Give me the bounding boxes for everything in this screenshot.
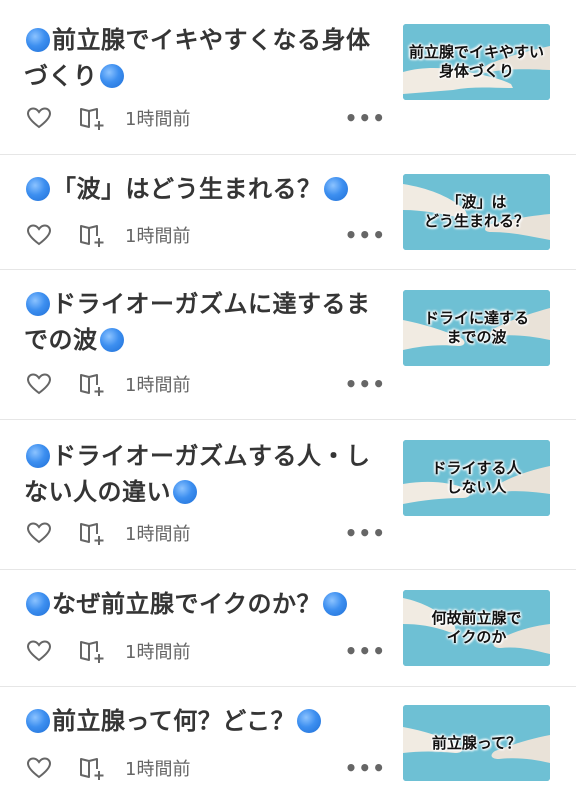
article-title-text: 前立腺でイキやすくなる身体づくり [24, 26, 371, 90]
article-title[interactable]: なぜ前立腺でイクのか？ [24, 586, 386, 622]
article-title[interactable]: 前立腺って何？どこ？ [24, 703, 386, 739]
article-title-text: 前立腺って何？どこ？ [52, 707, 296, 735]
heart-icon[interactable] [25, 755, 53, 781]
more-icon[interactable]: ••• [345, 374, 386, 394]
post-time: 1時間前 [125, 524, 191, 545]
article-thumbnail[interactable]: 何故前立腺で イクのか [403, 590, 550, 666]
article-thumbnail[interactable]: ドライに達する までの波 [403, 290, 550, 366]
more-icon[interactable]: ••• [345, 641, 386, 661]
blue-dot-icon [26, 709, 50, 733]
thumbnail-caption: 「波」は どう生まれる？ [423, 193, 529, 230]
book-plus-icon[interactable] [77, 754, 107, 782]
article-card[interactable]: なぜ前立腺でイクのか？ 1時間前 ••• 何故前立腺で イクのか [0, 570, 576, 687]
article-thumbnail[interactable]: ドライする人 しない人 [403, 440, 550, 516]
article-title-text: なぜ前立腺でイクのか？ [52, 590, 322, 618]
post-time: 1時間前 [125, 759, 191, 780]
thumbnail-caption: ドライする人 しない人 [431, 459, 522, 496]
more-icon[interactable]: ••• [345, 523, 386, 543]
post-time: 1時間前 [125, 226, 191, 247]
article-title[interactable]: 「波」はどう生まれる？ [24, 171, 386, 207]
article-thumbnail[interactable]: 前立腺って？ [403, 705, 550, 781]
article-card[interactable]: 前立腺って何？どこ？ 1時間前 ••• 前立腺って？ [0, 687, 576, 801]
article-card[interactable]: 「波」はどう生まれる？ 1時間前 ••• 「波」は どう生まれる？ [0, 155, 576, 270]
book-plus-icon[interactable] [77, 221, 107, 249]
article-feed: 前立腺でイキやすくなる身体づくり 1時間前 ••• 前立腺でイキやすい 身体づく… [0, 0, 576, 801]
article-meta: 1時間前 [25, 753, 395, 783]
article-card[interactable]: ドライオーガズムする人・しない人の違い 1時間前 ••• ドライする人 しない人 [0, 420, 576, 570]
blue-dot-icon [99, 328, 124, 352]
article-thumbnail[interactable]: 「波」は どう生まれる？ [403, 174, 550, 250]
thumbnail-caption: 前立腺でイキやすい 身体づくり [408, 43, 544, 80]
article-meta: 1時間前 [25, 518, 395, 548]
heart-icon[interactable] [25, 222, 53, 248]
post-time: 1時間前 [125, 642, 191, 663]
blue-dot-icon [323, 592, 348, 616]
post-time: 1時間前 [125, 109, 191, 130]
blue-dot-icon [26, 292, 50, 316]
post-time: 1時間前 [125, 375, 191, 396]
article-title-text: 「波」はどう生まれる？ [52, 175, 322, 203]
article-meta: 1時間前 [25, 220, 395, 250]
blue-dot-icon [26, 444, 50, 468]
blue-dot-icon [99, 64, 124, 88]
article-card[interactable]: 前立腺でイキやすくなる身体づくり 1時間前 ••• 前立腺でイキやすい 身体づく… [0, 0, 576, 155]
more-icon[interactable]: ••• [345, 225, 386, 245]
blue-dot-icon [26, 28, 50, 52]
more-icon[interactable]: ••• [345, 108, 386, 128]
article-title-text: ドライオーガズムする人・しない人の違い [24, 442, 371, 506]
thumbnail-caption: 前立腺って？ [431, 733, 522, 752]
article-meta: 1時間前 [25, 369, 395, 399]
blue-dot-icon [26, 177, 50, 201]
blue-dot-icon [173, 480, 197, 504]
book-plus-icon[interactable] [77, 637, 107, 665]
article-title[interactable]: ドライオーガズムに達するまでの波 [24, 286, 386, 358]
article-thumbnail[interactable]: 前立腺でイキやすい 身体づくり [403, 24, 550, 100]
article-title[interactable]: 前立腺でイキやすくなる身体づくり [24, 22, 386, 94]
heart-icon[interactable] [25, 520, 53, 546]
book-plus-icon[interactable] [77, 104, 107, 132]
blue-dot-icon [323, 177, 348, 201]
book-plus-icon[interactable] [77, 519, 107, 547]
heart-icon[interactable] [25, 638, 53, 664]
blue-dot-icon [26, 592, 50, 616]
heart-icon[interactable] [25, 371, 53, 397]
heart-icon[interactable] [25, 105, 53, 131]
more-icon[interactable]: ••• [345, 758, 386, 778]
article-card[interactable]: ドライオーガズムに達するまでの波 1時間前 ••• ドライに達する までの波 [0, 270, 576, 420]
blue-dot-icon [297, 709, 322, 733]
thumbnail-caption: 何故前立腺で イクのか [431, 609, 522, 646]
thumbnail-caption: ドライに達する までの波 [423, 309, 529, 346]
article-meta: 1時間前 [25, 636, 395, 666]
article-title[interactable]: ドライオーガズムする人・しない人の違い [24, 438, 386, 510]
book-plus-icon[interactable] [77, 370, 107, 398]
article-meta: 1時間前 [25, 103, 395, 133]
article-title-text: ドライオーガズムに達するまでの波 [24, 290, 371, 354]
